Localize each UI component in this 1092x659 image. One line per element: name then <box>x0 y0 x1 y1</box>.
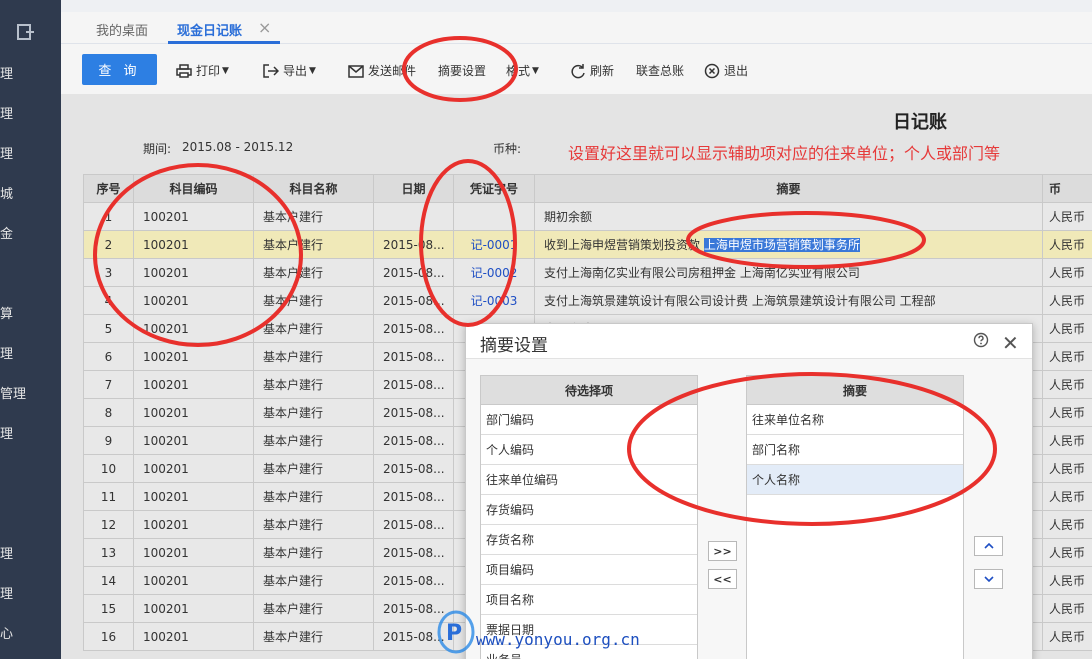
annotation-circle <box>419 159 517 327</box>
watermark-logo-icon: P <box>437 610 475 654</box>
annotation-circle <box>93 163 303 347</box>
annotation-circle <box>686 211 926 269</box>
svg-text:P: P <box>446 621 462 646</box>
annotation-circle <box>402 36 518 102</box>
annotation-circle <box>627 372 997 526</box>
watermark-text: www.yonyou.org.cn <box>476 630 640 649</box>
annotation-overlay <box>93 36 997 526</box>
watermark: P www.yonyou.org.cn <box>436 606 656 659</box>
